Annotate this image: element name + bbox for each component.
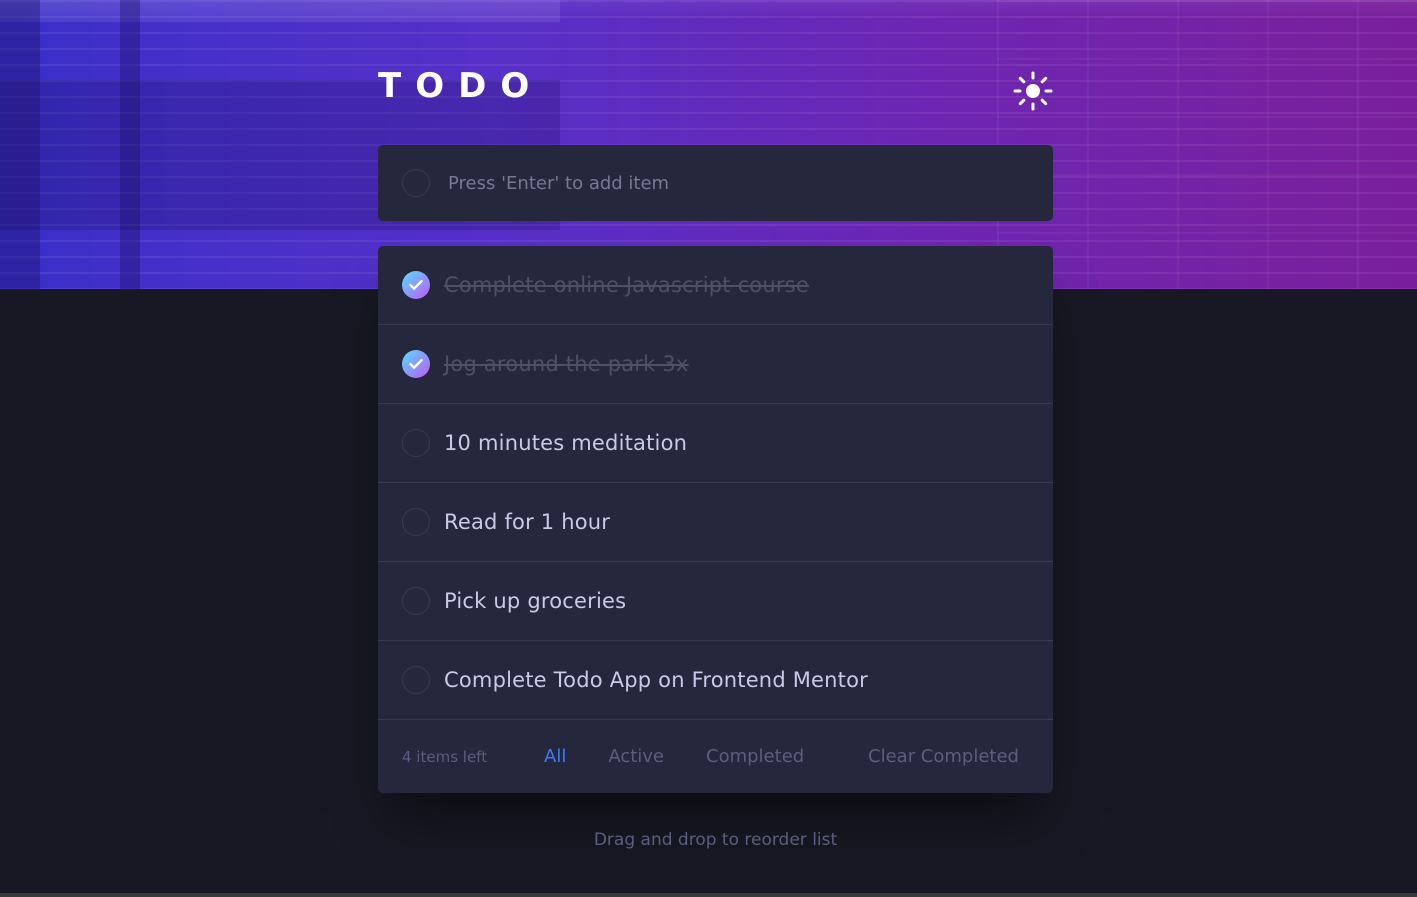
todo-item[interactable]: Jog around the park 3x [378,325,1053,404]
todo-checkbox[interactable] [402,429,430,457]
bottom-border [0,893,1417,897]
sun-icon [1013,71,1053,115]
check-icon [409,276,423,295]
todo-list: Complete online Javascript course Jog ar… [378,246,1053,793]
drag-drop-hint: Drag and drop to reorder list [593,830,838,850]
todo-checkbox[interactable] [402,587,430,615]
todo-text: Read for 1 hour [444,510,611,534]
theme-toggle-button[interactable] [1010,70,1056,116]
todo-text: Jog around the park 3x [444,352,689,376]
todo-checkbox-checked[interactable] [402,350,430,378]
new-todo-container [378,145,1053,221]
todo-text: 10 minutes meditation [444,431,688,455]
todo-checkbox[interactable] [402,508,430,536]
new-todo-checkbox[interactable] [402,169,430,197]
clear-completed-button[interactable]: Clear Completed [868,746,1019,767]
list-footer: 4 items left All Active Completed Clear … [378,720,1053,793]
filter-group: All Active Completed [544,746,846,767]
new-todo-input[interactable] [446,164,1010,202]
todo-checkbox-checked[interactable] [402,271,430,299]
todo-item[interactable]: Complete online Javascript course [378,246,1053,325]
todo-text: Complete Todo App on Frontend Mentor [444,668,868,692]
filter-completed[interactable]: Completed [706,746,804,767]
todo-text: Pick up groceries [444,589,627,613]
filter-all[interactable]: All [544,746,566,767]
app-title: TODO [378,66,544,106]
filter-active[interactable]: Active [608,746,664,767]
todo-item[interactable]: 10 minutes meditation [378,404,1053,483]
todo-item[interactable]: Read for 1 hour [378,483,1053,562]
check-icon [409,355,423,374]
items-left-count: 4 items left [402,747,488,766]
todo-text: Complete online Javascript course [444,273,809,297]
todo-item[interactable]: Complete Todo App on Frontend Mentor [378,641,1053,720]
todo-checkbox[interactable] [402,666,430,694]
todo-item[interactable]: Pick up groceries [378,562,1053,641]
